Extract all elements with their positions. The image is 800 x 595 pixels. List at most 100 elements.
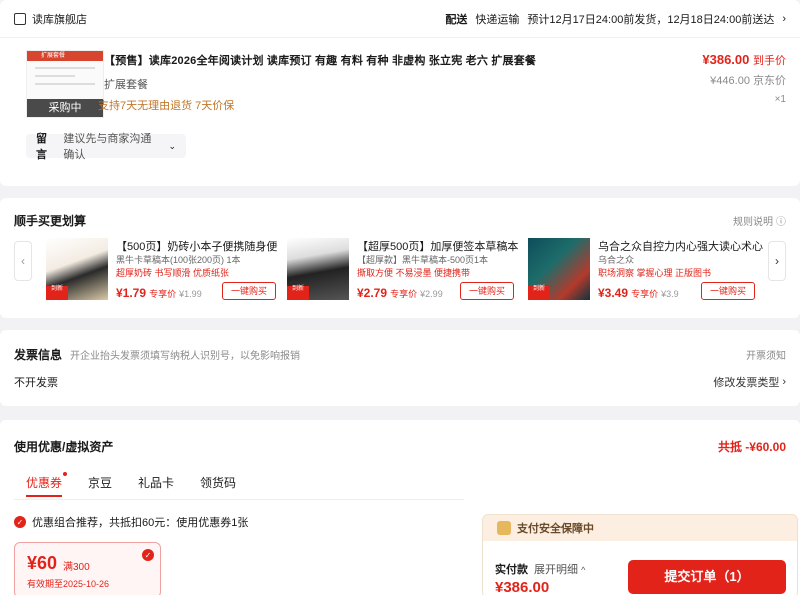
chevron-right-icon: › (775, 254, 779, 268)
expand-label: 展开明细 (534, 564, 578, 576)
invoice-notice-link[interactable]: 开票须知 (746, 347, 786, 362)
pay-amount: ¥386.00 (495, 579, 550, 595)
carousel-prev-button[interactable]: ‹ (14, 241, 32, 281)
final-price-value: ¥386.00 (702, 52, 750, 67)
quick-buy-button[interactable]: 一键购买 (460, 282, 514, 300)
recommend-badge: 到新 (46, 286, 68, 300)
memo-value: 建议先与商家沟通确认 (63, 133, 152, 161)
recommend-item[interactable]: 到新 【500页】奶砖小本子便携随身便 黑牛卡草稿本(100张200页) 1本 … (46, 238, 277, 302)
chevron-down-icon: ⌄ (168, 140, 176, 151)
recommend-item-sub: 黑牛卡草稿本(100张200页) 1本 (116, 255, 241, 265)
memo-dropdown[interactable]: 留言 建议先与商家沟通确认 ⌄ (26, 133, 186, 161)
product-title[interactable]: 【预售】读库2026全年阅读计划 读库预订 有趣 有料 有种 非虚构 张立宪 老… (104, 52, 536, 68)
payment-panel: 支付安全保障中 实付款 展开明细 ^ ¥386.00 提交订单（1） (482, 514, 798, 595)
thumbnail-line (35, 67, 95, 69)
pay-label-row: 实付款 展开明细 ^ (495, 561, 585, 577)
rule-link[interactable]: 规则说明 ⓘ (733, 213, 786, 228)
recommend-item[interactable]: 到新 乌合之众自控力内心强大读心术心 乌合之众 职场洞察 掌握心理 正版图书 ¥… (528, 238, 763, 302)
shipping-eta: 预计12月17日24:00前发货，12月18日24:00前送达 (527, 13, 775, 26)
shop-link[interactable]: 读库旗舰店 (14, 11, 87, 27)
recommend-item-name: 乌合之众自控力内心强大读心术心 (598, 241, 763, 253)
price-value: ¥1.79 (116, 286, 147, 300)
tab-label: 京豆 (88, 476, 113, 490)
safety-title: 支付安全保障中 (517, 523, 594, 535)
tab-pickup-code[interactable]: 领货码 (200, 474, 236, 497)
product-price-block: ¥386.00 到手价 ¥446.00 京东价 ×1 (702, 52, 786, 105)
original-price: ¥446.00 京东价 (702, 72, 786, 88)
product-spec: 扩展套餐 (104, 79, 148, 91)
tab-label: 领货码 (200, 476, 237, 490)
shield-icon (497, 521, 511, 535)
coupon-card[interactable]: ¥60 满300 有效期至2025-10-26 ✓ (14, 542, 161, 595)
thumbnail-header: 扩展套餐 (27, 51, 103, 61)
price-tag: 专享价 (149, 289, 177, 299)
quick-buy-button[interactable]: 一键购买 (701, 282, 755, 300)
promo-title: 使用优惠/虚拟资产 (14, 440, 114, 454)
recommend-title: 顺手买更划算 (14, 214, 87, 228)
tabs-divider (14, 499, 464, 500)
price-tag: 专享价 (631, 289, 659, 299)
tab-gift-card[interactable]: 礼品卡 (138, 474, 174, 497)
shipping-prefix: 配送 (445, 13, 468, 26)
info-icon: ⓘ (776, 217, 786, 228)
original-price: ¥2.99 (420, 289, 443, 299)
quantity: ×1 (774, 94, 786, 105)
final-price-tag: 到手价 (753, 55, 786, 67)
recommend-item-image[interactable]: 到新 (528, 238, 590, 300)
total-discount: 共抵 -¥60.00 (717, 440, 786, 454)
thumbnail-line (35, 83, 95, 85)
tab-coupon[interactable]: 优惠券 (26, 472, 68, 497)
recommend-badge: 到新 (528, 286, 550, 300)
invoice-value: 不开发票 (14, 377, 58, 389)
tab-label: 礼品卡 (138, 476, 175, 490)
submit-order-button[interactable]: 提交订单（1） (628, 560, 786, 594)
price-value: ¥2.79 (357, 286, 388, 300)
recommend-badge: 到新 (287, 286, 309, 300)
purchasing-tag: 采购中 (27, 99, 103, 117)
check-icon[interactable]: ✓ (142, 549, 154, 561)
recommend-item-price: ¥2.79 专享价 ¥2.99 (357, 286, 443, 300)
product-row: 扩展套餐 采购中 【预售】读库2026全年阅读计划 读库预订 有趣 有料 有种 … (26, 48, 786, 128)
recommend-item[interactable]: 到新 【超厚500页】加厚便签本草稿本 【超厚款】黑牛草稿本-500页1本 撕取… (287, 238, 518, 302)
new-dot (63, 472, 68, 476)
pay-label: 实付款 (495, 564, 528, 576)
shop-name: 读库旗舰店 (32, 13, 87, 26)
invoice-hint: 开企业抬头发票须填写纳税人识别号，以免影响报销 (70, 351, 301, 362)
chevron-up-icon: ^ (581, 565, 586, 575)
product-thumbnail[interactable]: 扩展套餐 采购中 (26, 50, 104, 118)
memo-label: 留言 (36, 133, 47, 161)
promo-recommend-text: 优惠组合推荐，共抵扣60元：使用优惠券1张 (32, 517, 249, 529)
shipping-method: 快递运输 (475, 13, 520, 26)
chevron-left-icon: ‹ (21, 254, 25, 268)
quick-buy-button[interactable]: 一键购买 (222, 282, 276, 300)
tab-jingdou[interactable]: 京豆 (88, 474, 112, 497)
coupon-amount: ¥60 (27, 553, 58, 573)
order-header: 读库旗舰店 配送 快递运输 预计12月17日24:00前发货，12月18日24:… (0, 0, 800, 38)
final-price: ¥386.00 到手价 (702, 52, 786, 68)
price-value: ¥3.49 (598, 286, 629, 300)
invoice-card (0, 330, 800, 406)
promo-recommendation[interactable]: ✓ 优惠组合推荐，共抵扣60元：使用优惠券1张 (14, 514, 248, 530)
product-service: 支持7天无理由退货 7天价保 (98, 100, 235, 112)
modify-invoice-label: 修改发票类型 (713, 377, 780, 389)
shipping-info[interactable]: 配送 快递运输 预计12月17日24:00前发货，12月18日24:00前送达 … (445, 11, 786, 27)
expand-details-link[interactable]: 展开明细 ^ (534, 561, 585, 577)
recommend-item-sub: 【超厚款】黑牛草稿本-500页1本 (357, 255, 489, 265)
tab-label: 优惠券 (26, 476, 63, 490)
recommend-item-sub: 乌合之众 (598, 255, 635, 265)
recommend-item-image[interactable]: 到新 (287, 238, 349, 300)
invoice-heading: 发票信息 开企业抬头发票须填写纳税人识别号，以免影响报销 (14, 346, 300, 363)
recommend-item-image[interactable]: 到新 (46, 238, 108, 300)
rule-link-label: 规则说明 (733, 217, 773, 228)
recommend-item-price: ¥1.79 专享价 ¥1.99 (116, 286, 202, 300)
modify-invoice-link[interactable]: 修改发票类型 › (713, 374, 786, 390)
carousel-next-button[interactable]: › (768, 241, 786, 281)
recommend-item-price: ¥3.49 专享价 ¥3.9 (598, 286, 679, 300)
coupon-condition: 满300 (63, 562, 90, 573)
chevron-right-icon: › (782, 12, 786, 25)
payment-safety-bar: 支付安全保障中 (483, 515, 797, 541)
original-price-tag: 京东价 (753, 75, 786, 87)
promo-tabs: 优惠券 京豆 礼品卡 领货码 (26, 472, 262, 497)
thumbnail-line (35, 75, 75, 77)
original-price: ¥1.99 (179, 289, 202, 299)
